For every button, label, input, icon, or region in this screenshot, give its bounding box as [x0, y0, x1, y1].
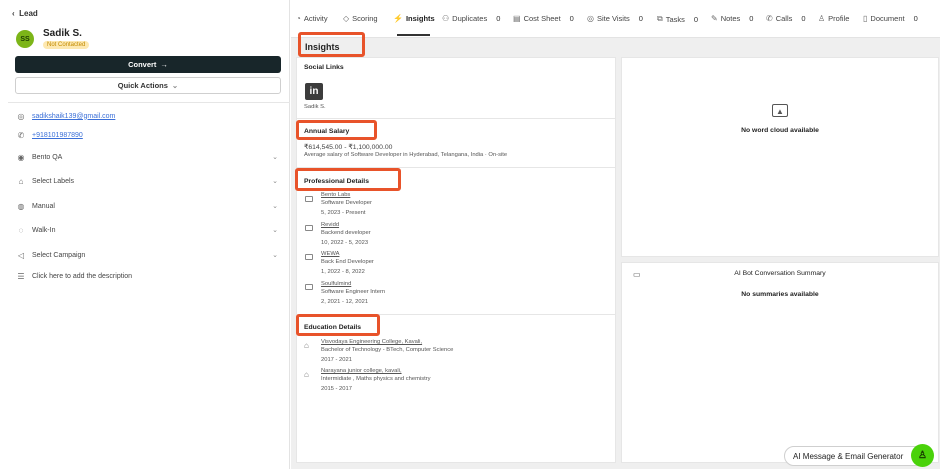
lead-name: Sadik S.	[43, 28, 82, 39]
education-period: 2017 - 2021	[321, 357, 352, 363]
owner-select[interactable]: ◉ Bento QA ⌄	[16, 150, 279, 164]
channel-select[interactable]: ◌ Walk-In ⌄	[16, 223, 278, 237]
social-name: Sadik S.	[304, 104, 326, 110]
duplicate-icon: ⚇	[442, 14, 450, 23]
job-role: Software Engineer Intern	[321, 289, 386, 295]
list-icon: ☰	[17, 271, 25, 281]
phone-icon: ✆	[766, 14, 773, 23]
ai-summary-title: AI Bot Conversation Summary	[734, 270, 826, 277]
job-period: 2, 2021 - 12, 2021	[321, 299, 369, 305]
briefcase-icon	[305, 284, 313, 290]
tab-cost-sheet[interactable]: ▤ Cost Sheet 0	[513, 14, 574, 23]
chevron-down-icon: ⌄	[272, 203, 278, 210]
job-role: Software Developer	[321, 200, 372, 206]
email-icon: ◎	[17, 111, 25, 121]
active-tab-indicator	[397, 34, 430, 36]
salary-note: Average salary of Software Developer in …	[304, 152, 508, 158]
source-icon: ◍	[17, 201, 25, 211]
sheet-icon: ▤	[513, 14, 521, 23]
divider	[8, 102, 290, 103]
job-role: Back End Developer	[321, 259, 374, 265]
tab-insights[interactable]: ⚡ Insights	[393, 14, 435, 23]
education-degree: Bachelor of Technology - BTech, Computer…	[321, 347, 454, 353]
arrow-right-icon: →	[160, 60, 168, 69]
megaphone-icon: ◁	[17, 250, 25, 260]
highlight-box	[295, 168, 401, 191]
job-role: Backend developer	[321, 230, 371, 236]
chevron-down-icon: ⌄	[272, 154, 278, 161]
tag-icon: ⌂	[18, 176, 24, 186]
avatar: SS	[16, 30, 34, 48]
source-select[interactable]: ◍ Manual ⌄	[16, 199, 279, 213]
tab-document[interactable]: ▯ Document 0	[863, 14, 918, 23]
ai-bot-icon[interactable]: ♙	[911, 444, 934, 467]
ai-summary-empty: No summaries available	[741, 291, 819, 298]
job-company[interactable]: WEWA	[321, 251, 339, 257]
location-icon: ◎	[587, 14, 594, 23]
pencil-icon: ✎	[711, 14, 718, 23]
tasks-icon: ⧉	[657, 14, 663, 23]
briefcase-icon	[305, 196, 313, 202]
tab-site-visits[interactable]: ◎ Site Visits 0	[587, 14, 643, 23]
tab-scoring[interactable]: ◇ Scoring	[343, 14, 378, 23]
job-company[interactable]: Soulfulmind	[321, 281, 351, 287]
chevron-left-icon: ‹	[12, 9, 15, 18]
job-period: 10, 2022 - 5, 2023	[321, 240, 369, 246]
description-field[interactable]: ☰ Click here to add the description	[16, 269, 278, 283]
tab-activity[interactable]: ◔ Activity	[296, 14, 328, 23]
tab-tasks[interactable]: ⧉ Tasks 0	[657, 14, 698, 24]
word-cloud-empty: No word cloud available	[741, 127, 819, 134]
highlight-box	[296, 120, 377, 140]
tab-calls[interactable]: ✆ Calls 0	[766, 14, 806, 23]
education-school[interactable]: Narayana junior college, kavali,	[321, 368, 402, 374]
graduation-cap-icon: ⌂	[304, 341, 309, 350]
user-icon: ♙	[818, 14, 826, 23]
graduation-cap-icon: ⌂	[304, 370, 309, 379]
back-link[interactable]: ‹ Lead	[12, 9, 38, 18]
document-icon: ▯	[863, 14, 868, 23]
walk-in-icon: ◌	[18, 225, 24, 235]
linkedin-icon[interactable]: in	[305, 83, 323, 100]
social-links-title: Social Links	[304, 64, 344, 71]
phone-link[interactable]: +918101987890	[32, 132, 83, 139]
job-company[interactable]: Revidd	[321, 222, 339, 228]
email-row[interactable]: ◎ sadikshaik139@gmail.com	[16, 109, 278, 123]
email-link[interactable]: sadikshaik139@gmail.com	[32, 113, 115, 120]
campaign-select[interactable]: ◁ Select Campaign ⌄	[16, 248, 278, 262]
ai-generator-button[interactable]: AI Message & Email Generator	[784, 446, 932, 466]
clock-icon: ◔	[296, 14, 301, 23]
tab-profile[interactable]: ♙ Profile	[818, 14, 849, 23]
quick-actions-button[interactable]: Quick Actions ⌄	[15, 77, 281, 94]
status-badge[interactable]: Not Contacted	[43, 41, 90, 49]
labels-select[interactable]: ⌂ Select Labels ⌄	[16, 174, 278, 188]
job-period: 5, 2023 - Present	[321, 210, 366, 216]
highlight-box	[298, 32, 365, 57]
education-degree: Intermidiate , Maths physics and chemist…	[321, 376, 431, 382]
scoring-icon: ◇	[343, 14, 350, 23]
highlight-box	[296, 314, 380, 336]
chevron-down-icon: ⌄	[272, 227, 278, 234]
tab-notes[interactable]: ✎ Notes 0	[711, 14, 753, 23]
education-period: 2015 - 2017	[321, 386, 352, 392]
briefcase-icon	[305, 225, 313, 231]
phone-row[interactable]: ✆ +918101987890	[16, 128, 278, 142]
divider	[296, 118, 616, 119]
image-icon: ▲	[772, 104, 788, 117]
briefcase-icon	[305, 254, 313, 260]
chevron-down-icon: ⌄	[171, 81, 179, 90]
word-cloud-card	[621, 57, 939, 257]
convert-button[interactable]: Convert →	[15, 56, 281, 73]
lead-panel: ‹ Lead SS Sadik S. Not Contacted Convert…	[0, 0, 290, 469]
user-circle-icon: ◉	[17, 152, 25, 162]
job-company[interactable]: Bento Labs	[321, 192, 350, 198]
tab-duplicates[interactable]: ⚇ Duplicates 0	[442, 14, 500, 23]
chevron-down-icon: ⌄	[272, 178, 278, 185]
lightning-icon: ⚡	[393, 14, 403, 23]
job-period: 1, 2022 - 8, 2022	[321, 269, 365, 275]
education-school[interactable]: Visvodaya Engineering College, Kavali,	[321, 339, 422, 345]
salary-range: ₹614,545.00 - ₹1,100,000.00	[304, 144, 393, 151]
phone-icon: ✆	[17, 130, 25, 140]
chevron-down-icon: ⌄	[272, 252, 278, 259]
